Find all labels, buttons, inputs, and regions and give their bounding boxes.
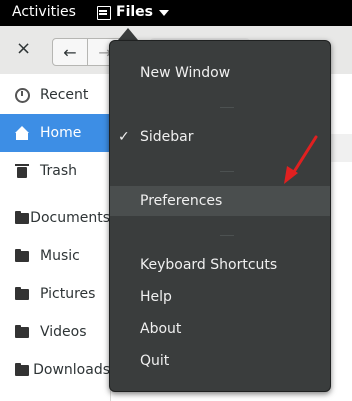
annotation-arrow-icon — [284, 135, 318, 184]
